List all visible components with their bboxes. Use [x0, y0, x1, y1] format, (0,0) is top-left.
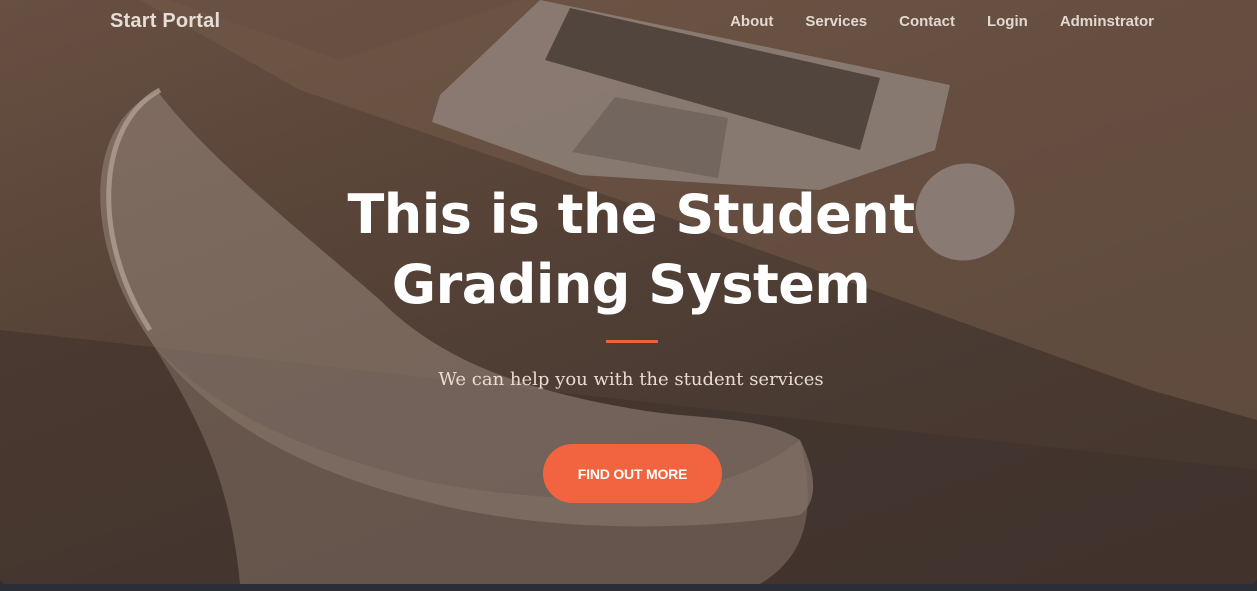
top-navbar: Start Portal About Services Contact Logi… — [0, 0, 1257, 44]
find-out-more-button[interactable]: FIND OUT MORE — [543, 444, 722, 503]
hero-subtitle: We can help you with the student service… — [438, 369, 824, 390]
nav-link-services[interactable]: Services — [805, 13, 867, 30]
browser-viewport: Start Portal About Services Contact Logi… — [0, 0, 1257, 591]
nav-links: About Services Contact Login Adminstrato… — [698, 13, 1154, 30]
nav-link-about[interactable]: About — [730, 13, 773, 30]
nav-link-login[interactable]: Login — [987, 13, 1028, 30]
hero-title: This is the Student Grading System — [347, 183, 915, 316]
brand-link[interactable]: Start Portal — [110, 10, 220, 33]
nav-link-administrator[interactable]: Adminstrator — [1060, 13, 1154, 30]
hero-section: Start Portal About Services Contact Logi… — [0, 0, 1257, 584]
nav-link-contact[interactable]: Contact — [899, 13, 955, 30]
title-divider — [606, 340, 658, 343]
